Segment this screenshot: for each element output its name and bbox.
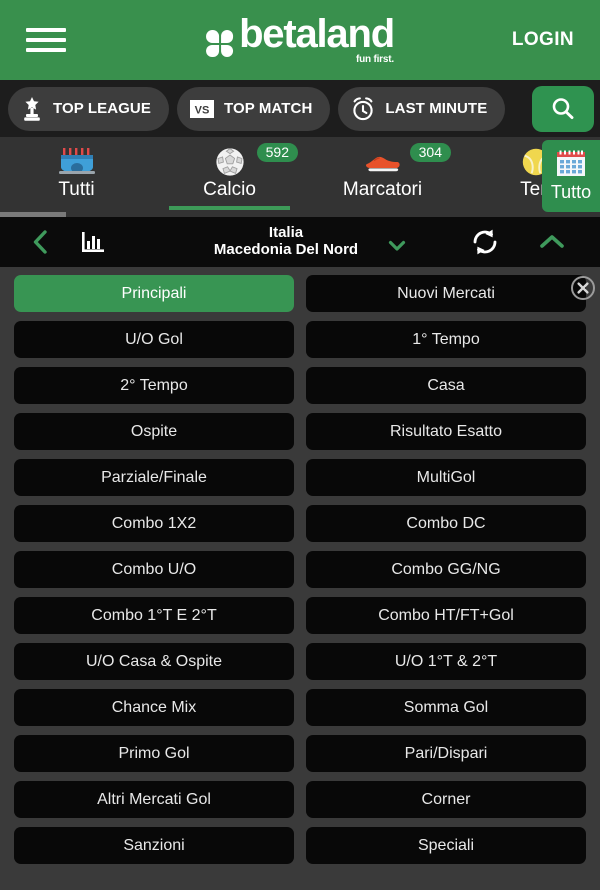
sidebar-item-tutti-label: Tutti (58, 178, 95, 200)
home-team-name: Italia (268, 224, 304, 242)
market-button[interactable]: Somma Gol (306, 689, 586, 726)
top-match-label: TOP MATCH (223, 100, 313, 117)
collapse-button[interactable] (522, 233, 582, 251)
market-button[interactable]: Chance Mix (14, 689, 294, 726)
soccer-ball-icon (215, 147, 245, 177)
top-match-button[interactable]: VS TOP MATCH (176, 86, 331, 131)
bar-chart-icon (82, 232, 104, 252)
svg-text:VS: VS (195, 104, 210, 116)
top-league-label: TOP LEAGUE (53, 100, 151, 117)
sidebar-item-tutti[interactable]: Tutti (0, 137, 153, 210)
login-button[interactable]: LOGIN (512, 29, 574, 51)
market-button[interactable]: U/O Casa & Ospite (14, 643, 294, 680)
sidebar-item-calcio-label: Calcio (203, 178, 256, 200)
market-button[interactable]: Speciali (306, 827, 586, 864)
market-button[interactable]: Altri Mercati Gol (14, 781, 294, 818)
market-button[interactable]: 2° Tempo (14, 367, 294, 404)
market-button[interactable]: Combo DC (306, 505, 586, 542)
tutto-button[interactable]: Tutto (542, 140, 600, 212)
event-title[interactable]: Italia Macedonia Del Nord (124, 224, 448, 259)
market-button[interactable]: Parziale/Finale (14, 459, 294, 496)
sidebar-item-marcatori[interactable]: Marcatori 304 (306, 137, 459, 210)
market-button[interactable]: Principali (14, 275, 294, 312)
market-button[interactable]: Corner (306, 781, 586, 818)
betaland-mark-icon (206, 30, 234, 57)
brand-logo: betaland fun first. (206, 12, 395, 65)
chevron-down-icon[interactable] (388, 239, 406, 258)
market-button[interactable]: Combo 1X2 (14, 505, 294, 542)
market-button[interactable]: Risultato Esatto (306, 413, 586, 450)
last-minute-label: LAST MINUTE (385, 100, 488, 117)
refresh-button[interactable] (448, 227, 522, 257)
event-header-bar: Italia Macedonia Del Nord (0, 217, 600, 267)
markets-panel: Principali Nuovi Mercati U/O Gol 1° Tempo 2°… (0, 267, 600, 890)
marcatori-count-badge: 304 (409, 143, 451, 162)
sidebar-item-calcio[interactable]: Calcio 592 (153, 137, 306, 210)
market-button[interactable]: Combo GG/NG (306, 551, 586, 588)
brand-name: betaland (239, 12, 395, 56)
away-team-name: Macedonia Del Nord (213, 241, 359, 258)
alarm-clock-icon (350, 96, 376, 122)
brand-tagline: fun first. (355, 54, 394, 65)
sidebar-item-marcatori-label: Marcatori (342, 178, 423, 200)
market-button[interactable]: Nuovi Mercati (306, 275, 586, 312)
market-button[interactable]: Pari/Dispari (306, 735, 586, 772)
hamburger-icon[interactable] (26, 25, 66, 55)
chevron-left-icon (33, 230, 47, 254)
trophy-icon (20, 96, 44, 122)
market-button[interactable]: Combo 1°T E 2°T (14, 597, 294, 634)
calcio-count-badge: 592 (256, 143, 298, 162)
refresh-icon (473, 229, 497, 255)
app-header: betaland fun first. LOGIN (0, 0, 600, 80)
quick-filter-bar: TOP LEAGUE VS TOP MATCH LAST MINUTE (0, 80, 600, 137)
close-icon[interactable] (570, 275, 596, 301)
market-button[interactable]: Combo U/O (14, 551, 294, 588)
back-button[interactable] (18, 228, 62, 256)
market-button[interactable]: 1° Tempo (306, 321, 586, 358)
market-button[interactable]: U/O 1°T & 2°T (306, 643, 586, 680)
calendar-icon (554, 149, 588, 179)
chevron-up-icon (540, 235, 564, 248)
football-boot-icon (361, 147, 405, 177)
market-button[interactable]: Casa (306, 367, 586, 404)
last-minute-button[interactable]: LAST MINUTE (338, 86, 506, 131)
top-league-button[interactable]: TOP LEAGUE (8, 86, 169, 131)
search-button[interactable] (532, 85, 594, 132)
sports-tab-bar[interactable]: Tutti Calcio 592 Marcatori 304 Ten Tutto (0, 137, 600, 217)
statistics-button[interactable] (62, 229, 124, 255)
search-icon (549, 95, 577, 123)
stadium-icon (55, 147, 99, 177)
market-button[interactable]: Combo HT/FT+Gol (306, 597, 586, 634)
markets-grid: Principali Nuovi Mercati U/O Gol 1° Tempo 2°… (14, 275, 586, 864)
vs-icon: VS (189, 97, 215, 121)
tutto-label: Tutto (550, 182, 592, 202)
market-button[interactable]: U/O Gol (14, 321, 294, 358)
market-button[interactable]: Ospite (14, 413, 294, 450)
market-button[interactable]: Primo Gol (14, 735, 294, 772)
market-button[interactable]: MultiGol (306, 459, 586, 496)
market-button[interactable]: Sanzioni (14, 827, 294, 864)
